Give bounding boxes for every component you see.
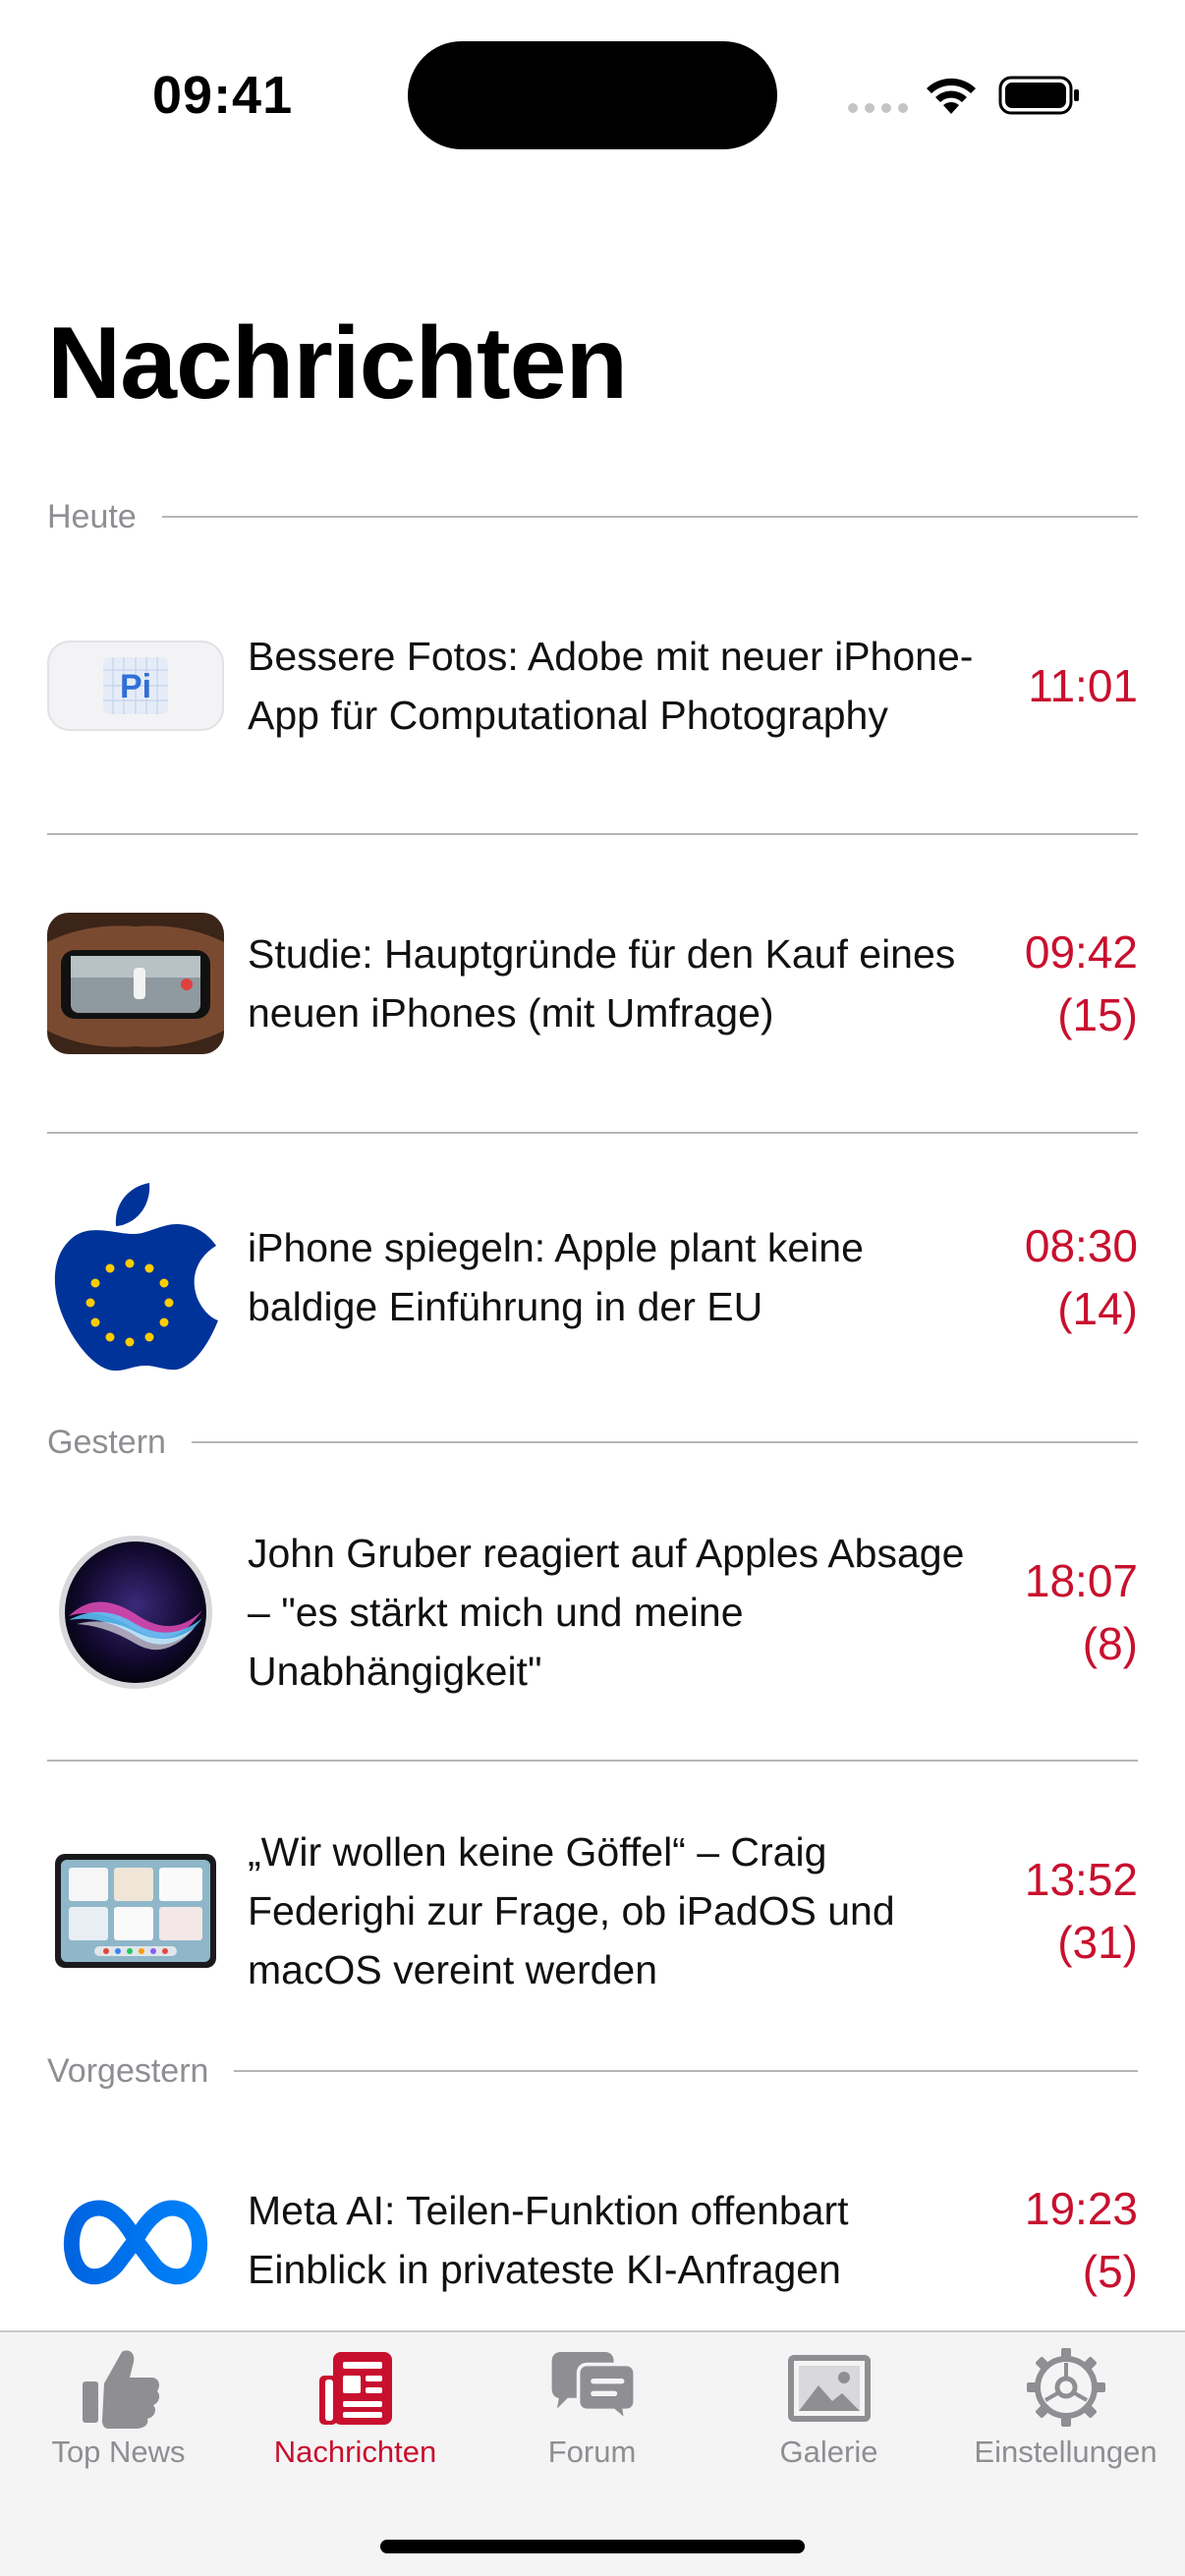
news-time: 19:23 [1024, 2183, 1138, 2234]
news-headline[interactable]: Meta AI: Teilen-Funktion offenbart Einbl… [248, 2181, 990, 2299]
news-comment-count: (15) [1057, 989, 1138, 1040]
newspaper-icon [318, 2352, 392, 2425]
tab-einstellungen[interactable]: Einstellungen [947, 2346, 1184, 2493]
section-header-vorgestern: Vorgestern [47, 2051, 1138, 2091]
news-headline[interactable]: „Wir wollen keine Göffel“ – Craig Federi… [248, 1822, 990, 1999]
news-meta: 19:23 (5) [990, 2177, 1138, 2303]
section-header-heute: Heute [47, 497, 1138, 536]
tab-label: Forum [547, 2435, 637, 2469]
section-label: Gestern [47, 1423, 166, 1461]
news-headline[interactable]: iPhone spiegeln: Apple plant keine baldi… [248, 1218, 990, 1336]
news-headline[interactable]: Bessere Fotos: Adobe mit neuer iPhone-Ap… [248, 627, 990, 745]
news-comment-count: (14) [1057, 1283, 1138, 1334]
news-thumbnail [47, 2152, 224, 2328]
news-time: 18:07 [1024, 1555, 1138, 1606]
row-divider [47, 833, 1138, 835]
tab-forum[interactable]: Forum [474, 2346, 710, 2493]
iphone-in-hands-photo [47, 913, 224, 1054]
status-bar: 09:41 [0, 0, 1185, 187]
section-label: Heute [47, 497, 137, 535]
news-item[interactable]: John Gruber reagiert auf Apples Absage –… [47, 1509, 1138, 1715]
app-icon-text: Pi [120, 668, 151, 705]
cellular-signal-icon [848, 103, 908, 113]
news-thumbnail [47, 1524, 224, 1701]
row-divider [47, 1132, 1138, 1134]
status-time: 09:41 [152, 66, 294, 125]
section-divider [191, 1441, 1138, 1443]
row-divider [47, 1760, 1138, 1762]
news-item[interactable]: Meta AI: Teilen-Funktion offenbart Einbl… [47, 2142, 1138, 2338]
tab-label: Galerie [779, 2435, 878, 2469]
chat-bubbles-icon [551, 2352, 637, 2426]
news-time: 08:30 [1024, 1220, 1138, 1271]
news-meta: 18:07 (8) [990, 1549, 1138, 1675]
news-item[interactable]: Studie: Hauptgründe für den Kauf eines n… [47, 880, 1138, 1087]
page-title: Nachrichten [47, 307, 628, 420]
news-headline[interactable]: Studie: Hauptgründe für den Kauf eines n… [248, 924, 990, 1042]
section-label: Vorgestern [47, 2051, 209, 2090]
news-time: 11:01 [1028, 660, 1138, 711]
news-meta: 11:01 [990, 654, 1138, 717]
news-comment-count: (31) [1057, 1917, 1138, 1968]
tab-label: Nachrichten [273, 2435, 437, 2469]
news-meta: 13:52 (31) [990, 1848, 1138, 1974]
tab-label: Einstellungen [974, 2435, 1157, 2469]
news-headline[interactable]: John Gruber reagiert auf Apples Absage –… [248, 1524, 990, 1701]
thumbs-up-icon [82, 2350, 159, 2429]
wifi-icon [927, 78, 976, 114]
home-indicator[interactable] [380, 2540, 805, 2553]
ipad-screen-photo [55, 1854, 216, 1968]
battery-icon [998, 76, 1079, 115]
news-thumbnail: Pi [47, 597, 224, 774]
meta-logo [63, 2200, 208, 2284]
tab-label: Top News [51, 2435, 186, 2469]
gear-icon [1026, 2348, 1105, 2427]
news-comment-count: (8) [1082, 1618, 1138, 1669]
tab-galerie[interactable]: Galerie [710, 2346, 947, 2493]
tab-nachrichten[interactable]: Nachrichten [237, 2346, 474, 2493]
news-thumbnail [47, 1822, 224, 1999]
news-meta: 08:30 (14) [990, 1214, 1138, 1340]
news-time: 13:52 [1024, 1854, 1138, 1905]
tab-top-news[interactable]: Top News [0, 2346, 237, 2493]
news-item[interactable]: „Wir wollen keine Göffel“ – Craig Federi… [47, 1808, 1138, 2014]
news-comment-count: (5) [1082, 2246, 1138, 2297]
news-item[interactable]: iPhone spiegeln: Apple plant keine baldi… [47, 1179, 1138, 1375]
siri-orb-icon [59, 1536, 212, 1689]
section-divider [234, 2070, 1138, 2072]
news-item[interactable]: Pi Bessere Fotos: Adobe mit neuer iPhone… [47, 583, 1138, 789]
news-thumbnail [47, 895, 224, 1072]
news-thumbnail [47, 1183, 224, 1372]
news-time: 09:42 [1024, 926, 1138, 978]
adobe-project-indigo-app-icon: Pi [47, 641, 224, 731]
apple-logo-eu-flag [54, 1183, 219, 1372]
dynamic-island [408, 41, 777, 149]
section-divider [161, 516, 1138, 518]
section-header-gestern: Gestern [47, 1423, 1138, 1462]
news-meta: 09:42 (15) [990, 921, 1138, 1046]
photo-icon [787, 2355, 871, 2422]
